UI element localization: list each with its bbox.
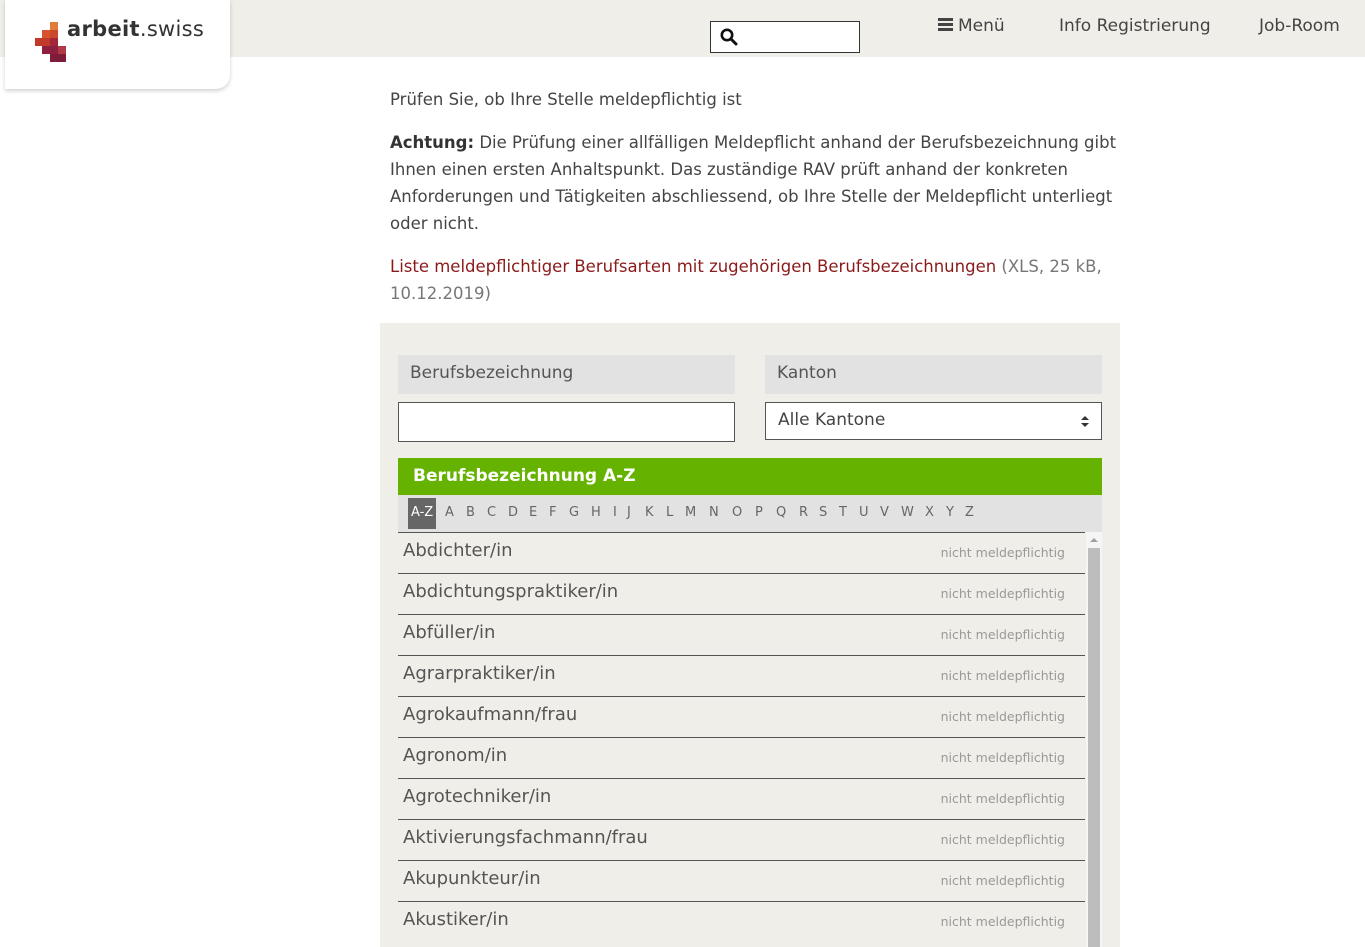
notice-label: Achtung: (390, 133, 475, 152)
alpha-g[interactable]: G (569, 505, 579, 520)
nav-job-room[interactable]: Job-Room (1259, 16, 1340, 36)
list-item[interactable]: Aktivierungsfachmann/frau nicht meldepfli… (398, 819, 1085, 860)
list-item[interactable]: Akustiker/in nicht meldepflichtig (398, 901, 1085, 942)
alpha-c[interactable]: C (487, 505, 496, 520)
alpha-y[interactable]: Y (946, 505, 954, 520)
alpha-w[interactable]: W (901, 505, 914, 520)
search-field[interactable] (710, 21, 860, 53)
alpha-k[interactable]: K (645, 505, 654, 520)
job-name: Agrokaufmann/frau (403, 704, 578, 725)
list-item[interactable]: Akupunkteur/in nicht meldepflichtig (398, 860, 1085, 901)
job-status: nicht meldepflichtig (940, 668, 1065, 683)
alpha-u[interactable]: U (859, 505, 869, 520)
job-name: Abdichtungspraktiker/in (403, 581, 619, 602)
alpha-t[interactable]: T (839, 505, 847, 520)
list-scrollbar[interactable] (1086, 532, 1102, 947)
job-name: Agrarpraktiker/in (403, 663, 556, 684)
list-item[interactable]: Agronom/in nicht meldepflichtig (398, 737, 1085, 778)
job-list: Abdichter/in nicht meldepflichtig Abdicht… (398, 532, 1086, 947)
alpha-j[interactable]: J (627, 505, 631, 520)
list-item[interactable]: Abdichtungspraktiker/in nicht meldepflich… (398, 573, 1085, 614)
download-paragraph: Liste meldepflichtiger Berufsarten mit z… (390, 253, 1130, 307)
job-status: nicht meldepflichtig (940, 791, 1065, 806)
job-name: Akupunkteur/in (403, 868, 541, 889)
job-title-input[interactable] (398, 402, 735, 442)
job-name: Abfüller/in (403, 622, 496, 643)
alpha-all[interactable]: A-Z (408, 498, 437, 529)
alpha-f[interactable]: F (549, 505, 556, 520)
notice-text: Die Prüfung einer allfälligen Meldepflic… (390, 133, 1117, 233)
alpha-r[interactable]: R (799, 505, 808, 520)
alpha-m[interactable]: M (685, 505, 696, 520)
canton-select[interactable]: Alle Kantone (765, 402, 1102, 440)
scroll-thumb[interactable] (1088, 548, 1100, 947)
job-status: nicht meldepflichtig (940, 832, 1065, 847)
job-name: Akustiker/in (403, 909, 509, 930)
alpha-b[interactable]: B (466, 505, 475, 520)
alpha-h[interactable]: H (591, 505, 601, 520)
hamburger-icon (938, 18, 953, 31)
list-item[interactable]: Abdichter/in nicht meldepflichtig (398, 532, 1085, 573)
alpha-d[interactable]: D (508, 505, 518, 520)
scroll-up-arrow-icon[interactable] (1090, 538, 1098, 542)
select-arrows-icon (1081, 416, 1089, 428)
logo-card[interactable]: arbeit.swiss (5, 0, 230, 89)
alpha-l[interactable]: L (666, 505, 673, 520)
alpha-v[interactable]: V (880, 505, 889, 520)
alpha-q[interactable]: Q (776, 505, 786, 520)
alpha-e[interactable]: E (529, 505, 537, 520)
list-item[interactable]: Agrotechniker/in nicht meldepflichtig (398, 778, 1085, 819)
alpha-p[interactable]: P (755, 505, 763, 520)
canton-selected-value: Alle Kantone (778, 410, 886, 430)
alpha-a[interactable]: A (445, 505, 454, 520)
menu-label: Menü (958, 16, 1005, 36)
job-title-label: Berufsbezeichnung (398, 355, 735, 394)
job-name: Agronom/in (403, 745, 508, 766)
job-status: nicht meldepflichtig (940, 709, 1065, 724)
page-intro: Prüfen Sie, ob Ihre Stelle meldepflichti… (390, 90, 742, 109)
job-status: nicht meldepflichtig (940, 914, 1065, 929)
job-name: Abdichter/in (403, 540, 513, 561)
job-status: nicht meldepflichtig (940, 627, 1065, 642)
top-bar: arbeit.swiss Menü Info Registrierung Job… (0, 0, 1365, 89)
search-panel: Berufsbezeichnung Kanton Alle Kantone Be… (380, 323, 1120, 947)
notice-paragraph: Achtung: Die Prüfung einer allfälligen M… (390, 129, 1130, 237)
alpha-n[interactable]: N (709, 505, 719, 520)
download-list-link[interactable]: Liste meldepflichtiger Berufsarten mit z… (390, 257, 996, 276)
canton-label: Kanton (765, 355, 1102, 394)
nav-info-registrierung[interactable]: Info Registrierung (1059, 16, 1211, 36)
az-header: Berufsbezeichnung A-Z (398, 458, 1102, 495)
list-item[interactable]: Agrarpraktiker/in nicht meldepflichtig (398, 655, 1085, 696)
alphabet-filter: A-Z A B C D E F G H I J K L M N O P Q R … (398, 495, 1102, 532)
list-item[interactable]: Abfüller/in nicht meldepflichtig (398, 614, 1085, 655)
search-icon[interactable] (720, 28, 738, 46)
alpha-o[interactable]: O (732, 505, 742, 520)
alpha-z[interactable]: Z (965, 505, 974, 520)
alpha-i[interactable]: I (613, 505, 617, 520)
job-status: nicht meldepflichtig (940, 873, 1065, 888)
job-name: Agrotechniker/in (403, 786, 552, 807)
job-status: nicht meldepflichtig (940, 545, 1065, 560)
menu-button[interactable]: Menü (938, 16, 1005, 36)
search-input[interactable] (743, 25, 855, 49)
alpha-x[interactable]: X (925, 505, 934, 520)
alpha-s[interactable]: S (819, 505, 827, 520)
logo-text: arbeit.swiss (67, 17, 205, 41)
list-item[interactable]: Agrokaufmann/frau nicht meldepflichtig (398, 696, 1085, 737)
job-name: Aktivierungsfachmann/frau (403, 827, 648, 848)
job-status: nicht meldepflichtig (940, 750, 1065, 765)
job-status: nicht meldepflichtig (940, 586, 1065, 601)
